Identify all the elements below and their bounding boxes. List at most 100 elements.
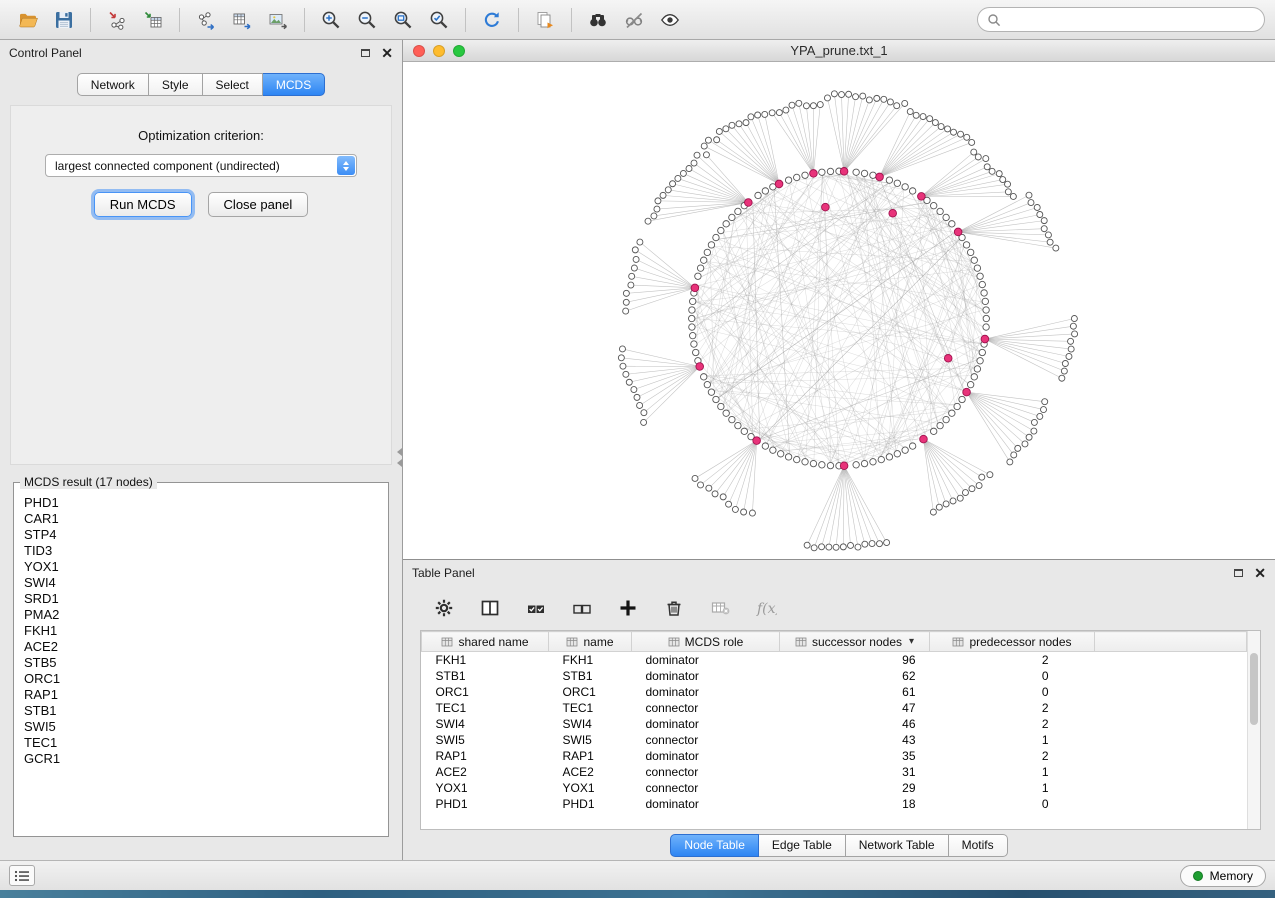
select-all-button[interactable] [521, 593, 551, 623]
table-row[interactable]: PHD1PHD1dominator180 [422, 796, 1247, 812]
network-canvas[interactable] [403, 62, 1275, 559]
tab-style[interactable]: Style [149, 73, 203, 96]
export-image-button[interactable] [260, 4, 296, 36]
search-input[interactable] [1007, 13, 1255, 27]
table-toolbar: f(x) [403, 586, 1275, 630]
clear-table-button[interactable] [705, 593, 735, 623]
function-icon: f(x) [755, 597, 777, 619]
clone-network-button[interactable] [527, 4, 563, 36]
mcds-result-item[interactable]: FKH1 [24, 623, 378, 639]
export-table-button[interactable] [224, 4, 260, 36]
memory-button[interactable]: Memory [1180, 865, 1266, 887]
search-box[interactable] [977, 7, 1265, 32]
import-table-button[interactable] [135, 4, 171, 36]
table-row[interactable]: RAP1RAP1dominator352 [422, 748, 1247, 764]
mcds-result-item[interactable]: PMA2 [24, 607, 378, 623]
zoom-fit-button[interactable] [385, 4, 421, 36]
tab-motifs[interactable]: Motifs [949, 834, 1008, 857]
refresh-icon [481, 9, 503, 31]
mcds-result-item[interactable]: SWI4 [24, 575, 378, 591]
minimize-window-icon[interactable] [433, 45, 445, 57]
search-network-button[interactable] [580, 4, 616, 36]
desktop-background-strip [0, 890, 1275, 898]
import-table-icon [142, 9, 164, 31]
table-panel-header: Table Panel ✕ [403, 560, 1275, 586]
function-button[interactable]: f(x) [751, 593, 781, 623]
export-network-button[interactable] [188, 4, 224, 36]
float-panel-icon[interactable] [361, 49, 370, 57]
tab-edge-table[interactable]: Edge Table [759, 834, 846, 857]
show-all-button[interactable] [652, 4, 688, 36]
mcds-result-item[interactable]: STP4 [24, 527, 378, 543]
network-window-titlebar[interactable]: YPA_prune.txt_1 [403, 40, 1275, 62]
column-header-predecessor-nodes[interactable]: predecessor nodes [930, 632, 1095, 652]
table-row[interactable]: FKH1FKH1dominator962 [422, 652, 1247, 668]
add-row-button[interactable] [613, 593, 643, 623]
tab-network[interactable]: Network [77, 73, 149, 96]
run-mcds-button[interactable]: Run MCDS [94, 192, 192, 217]
close-panel-icon[interactable]: ✕ [381, 48, 393, 58]
close-table-panel-icon[interactable]: ✕ [1254, 568, 1266, 578]
mcds-result-item[interactable]: YOX1 [24, 559, 378, 575]
maximize-window-icon[interactable] [453, 45, 465, 57]
table-row[interactable]: ACE2ACE2connector311 [422, 764, 1247, 780]
mcds-result-item[interactable]: STB1 [24, 703, 378, 719]
panel-splitter[interactable] [397, 448, 403, 467]
hide-selected-button[interactable] [616, 4, 652, 36]
mcds-result-item[interactable]: SWI5 [24, 719, 378, 735]
tab-mcds[interactable]: MCDS [263, 73, 325, 96]
gear-button[interactable] [429, 593, 459, 623]
mcds-result-item[interactable]: ORC1 [24, 671, 378, 687]
column-header-shared-name[interactable]: shared name [422, 632, 549, 652]
mcds-result-item[interactable]: SRD1 [24, 591, 378, 607]
select-all-icon [525, 597, 547, 619]
table-row[interactable]: SWI4SWI4dominator462 [422, 716, 1247, 732]
export-network-icon [195, 9, 217, 31]
mcds-result-item[interactable]: GCR1 [24, 751, 378, 767]
import-network-button[interactable] [99, 4, 135, 36]
network-window: YPA_prune.txt_1 [403, 40, 1275, 560]
sort-arrow-icon[interactable]: ▾ [909, 636, 914, 647]
mcds-result-item[interactable]: CAR1 [24, 511, 378, 527]
close-panel-button[interactable]: Close panel [208, 192, 309, 217]
table-row[interactable]: SWI5SWI5connector431 [422, 732, 1247, 748]
column-header-successor-nodes[interactable]: successor nodes▾ [780, 632, 930, 652]
mcds-result-item[interactable]: RAP1 [24, 687, 378, 703]
open-file-button[interactable] [10, 4, 46, 36]
tab-network-table[interactable]: Network Table [846, 834, 949, 857]
mcds-result-title: MCDS result (17 nodes) [20, 475, 157, 489]
network-graph[interactable] [403, 62, 1275, 559]
close-window-icon[interactable] [413, 45, 425, 57]
delete-row-button[interactable] [659, 593, 689, 623]
table-row[interactable]: YOX1YOX1connector291 [422, 780, 1247, 796]
mcds-result-item[interactable]: ACE2 [24, 639, 378, 655]
table-row[interactable]: TEC1TEC1connector472 [422, 700, 1247, 716]
task-history-button[interactable] [9, 865, 35, 886]
table-row[interactable]: STB1STB1dominator620 [422, 668, 1247, 684]
save-button[interactable] [46, 4, 82, 36]
refresh-button[interactable] [474, 4, 510, 36]
mcds-result-item[interactable]: TID3 [24, 543, 378, 559]
mcds-result-item[interactable]: PHD1 [24, 495, 378, 511]
tab-node-table[interactable]: Node Table [670, 834, 759, 857]
mcds-result-item[interactable]: STB5 [24, 655, 378, 671]
unselect-all-button[interactable] [567, 593, 597, 623]
zoom-in-button[interactable] [313, 4, 349, 36]
mcds-result-item[interactable]: TEC1 [24, 735, 378, 751]
optimization-select[interactable]: largest connected component (undirected) [45, 154, 357, 177]
table-scrollbar[interactable] [1247, 631, 1260, 829]
show-all-icon [659, 9, 681, 31]
mcds-result-list: PHD1CAR1STP4TID3YOX1SWI4SRD1PMA2FKH1ACE2… [14, 492, 388, 770]
float-table-panel-icon[interactable] [1234, 569, 1243, 577]
tab-select[interactable]: Select [203, 73, 263, 96]
column-header-name[interactable]: name [549, 632, 632, 652]
zoom-out-button[interactable] [349, 4, 385, 36]
table-panel-tabs: Node TableEdge TableNetwork TableMotifs [403, 830, 1275, 860]
column-header-empty [1095, 632, 1247, 652]
column-header-MCDS-role[interactable]: MCDS role [632, 632, 780, 652]
zoom-selected-button[interactable] [421, 4, 457, 36]
table-row[interactable]: ORC1ORC1dominator610 [422, 684, 1247, 700]
columns-button[interactable] [475, 593, 505, 623]
add-row-icon [617, 597, 639, 619]
table-scrollbar-thumb[interactable] [1250, 653, 1258, 725]
